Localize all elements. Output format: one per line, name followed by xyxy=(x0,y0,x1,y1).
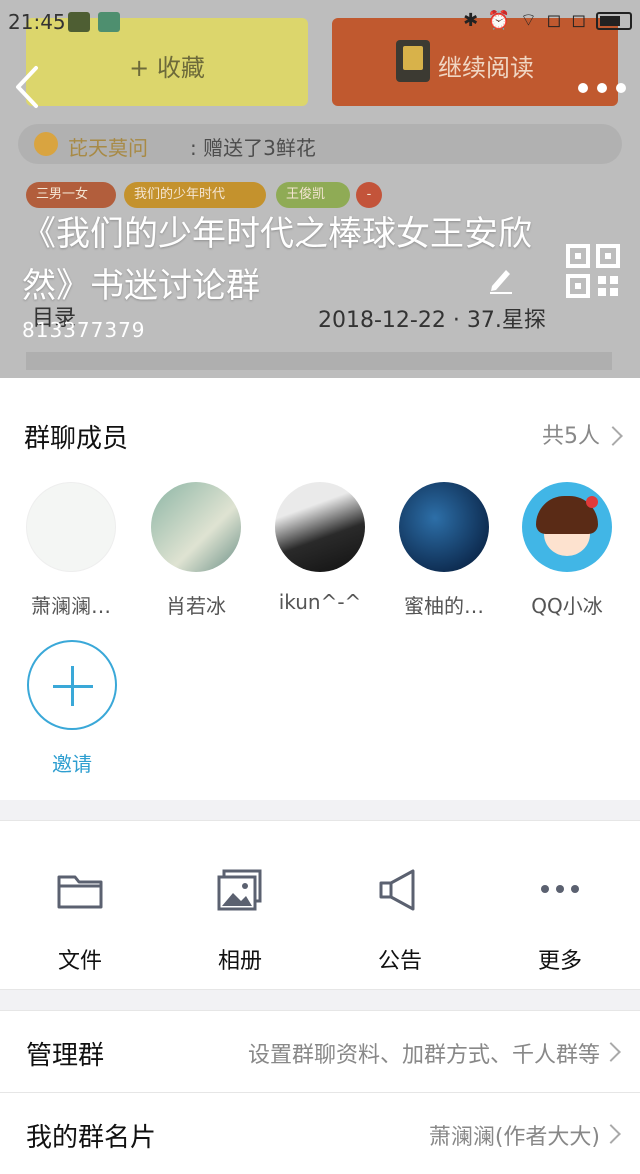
background-tag: 三男一女 xyxy=(26,182,116,208)
member-count-link[interactable]: 共5人 xyxy=(542,418,623,450)
avatar xyxy=(151,482,241,572)
group-id: 813377379 xyxy=(22,318,146,342)
announcement-button[interactable]: 公告 xyxy=(340,851,460,975)
image-icon xyxy=(217,869,262,911)
battery-icon xyxy=(596,12,632,30)
chevron-right-icon xyxy=(601,1124,621,1144)
member-name: 蜜柚的… xyxy=(404,594,484,618)
status-icons: ✱ ⏰ ⌔ ◻ ◻ xyxy=(463,9,632,32)
my-group-card-value: 萧澜澜(作者大大) xyxy=(428,1125,600,1150)
invite-label: 邀请 xyxy=(52,752,92,776)
background-gift-text: : 赠送了3鲜花 xyxy=(190,136,316,160)
group-title: 《我们的少年时代之棒球女王安欣然》书迷讨论群 xyxy=(22,214,532,306)
status-time: 21:45 xyxy=(8,10,66,34)
dot-icon xyxy=(578,83,588,93)
chevron-right-icon xyxy=(601,1042,621,1062)
files-label: 文件 xyxy=(57,949,102,974)
dot-icon xyxy=(597,83,607,93)
album-button[interactable]: 相册 xyxy=(180,851,300,975)
dot-icon xyxy=(616,83,626,93)
avatar xyxy=(275,482,365,572)
member-count-label: 共5人 xyxy=(542,424,600,449)
plus-icon xyxy=(27,640,117,730)
member-name: QQ小冰 xyxy=(531,594,603,618)
avatar xyxy=(399,482,489,572)
more-actions-label: 更多 xyxy=(537,949,582,974)
chevron-left-icon xyxy=(16,66,38,108)
manage-group-label: 管理群 xyxy=(26,1041,105,1071)
background-tag: - xyxy=(356,182,382,208)
manage-group-value: 设置群聊资料、加群方式、千人群等 xyxy=(247,1043,600,1068)
member-item[interactable]: 萧澜澜… xyxy=(16,482,126,619)
tool-icon xyxy=(68,12,90,32)
member-item[interactable]: 肖若冰 xyxy=(141,482,251,619)
flower-icon xyxy=(34,132,58,156)
qr-code-icon[interactable] xyxy=(566,244,620,298)
invite-button[interactable]: 邀请 xyxy=(18,640,126,777)
background-favorite-label: + 收藏 xyxy=(129,54,205,82)
megaphone-icon xyxy=(379,869,415,911)
background-gift-banner: 芘天莫问 : 赠送了3鲜花 xyxy=(18,124,622,164)
member-name: ikun^-^ xyxy=(278,590,362,614)
avatar-bow xyxy=(586,496,598,508)
more-actions-button[interactable]: 更多 xyxy=(500,851,620,975)
background-tag: 我们的少年时代 xyxy=(124,182,266,208)
scan-icon xyxy=(98,12,120,32)
background-continue-label: 继续阅读 xyxy=(438,54,534,82)
background-gift-name: 芘天莫问 xyxy=(68,136,148,160)
member-item[interactable]: ikun^-^ xyxy=(265,482,375,614)
back-button[interactable] xyxy=(8,62,48,112)
ellipsis-icon xyxy=(541,885,579,893)
my-group-card-label: 我的群名片 xyxy=(26,1123,157,1153)
member-name: 萧澜澜… xyxy=(31,594,111,618)
more-options-button[interactable] xyxy=(578,74,626,102)
edit-icon[interactable] xyxy=(488,264,514,294)
folder-icon xyxy=(57,875,103,909)
group-header: + 收藏 继续阅读 芘天莫问 : 赠送了3鲜花 三男一女 我们的少年时代 王俊凯… xyxy=(0,0,640,378)
members-title: 群聊成员 xyxy=(24,424,129,454)
files-button[interactable]: 文件 xyxy=(20,851,140,975)
manage-group-row[interactable]: 管理群 设置群聊资料、加群方式、千人群等 xyxy=(0,1010,640,1092)
chevron-right-icon xyxy=(603,426,623,446)
avatar xyxy=(26,482,116,572)
members-section: 群聊成员 共5人 萧澜澜… 肖若冰 ikun^-^ 蜜柚的… QQ小冰 邀请 xyxy=(0,378,640,800)
status-icon-glyphs: ✱ ⏰ ⌔ ◻ ◻ xyxy=(463,10,589,31)
status-bar: 21:45 ✱ ⏰ ⌔ ◻ ◻ xyxy=(0,0,640,44)
book-icon xyxy=(396,40,430,82)
background-divider xyxy=(26,352,612,370)
background-tag: 王俊凯 xyxy=(276,182,350,208)
member-item[interactable]: QQ小冰 xyxy=(512,482,622,619)
album-label: 相册 xyxy=(217,949,262,974)
member-item[interactable]: 蜜柚的… xyxy=(389,482,499,619)
actions-section: 文件 相册 公告 更多 xyxy=(0,820,640,990)
my-group-card-row[interactable]: 我的群名片 萧澜澜(作者大大) xyxy=(0,1092,640,1174)
avatar xyxy=(522,482,612,572)
member-name: 肖若冰 xyxy=(166,594,226,618)
announcement-label: 公告 xyxy=(377,949,422,974)
